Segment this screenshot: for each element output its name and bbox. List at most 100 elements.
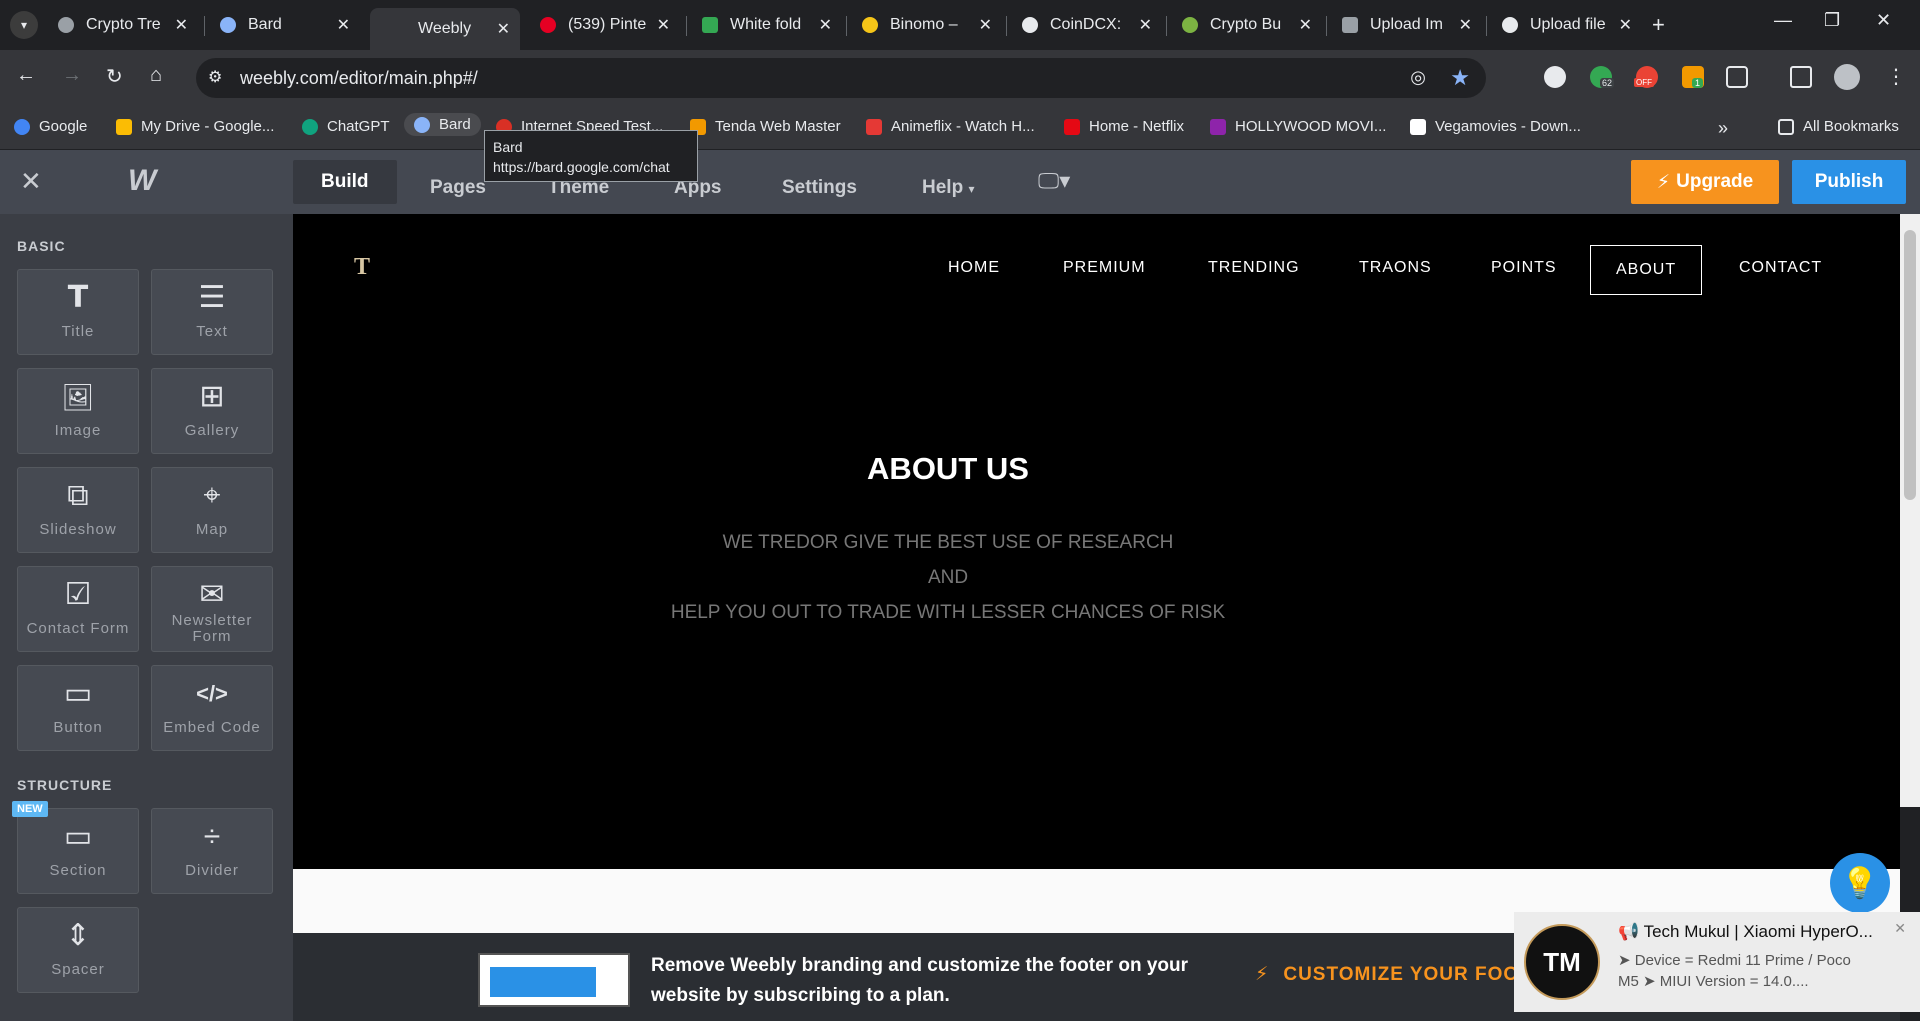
about-heading[interactable]: ABOUT US xyxy=(293,451,1603,487)
eye-slash-icon[interactable]: ◎ xyxy=(1410,67,1426,88)
canvas-scrollbar-thumb[interactable] xyxy=(1904,230,1916,500)
profile-avatar[interactable] xyxy=(1834,64,1860,90)
extension-speedometer-icon[interactable] xyxy=(1544,66,1566,88)
element-image[interactable]: 🖼 Image xyxy=(17,368,139,454)
element-map[interactable]: ⌖ Map xyxy=(151,467,273,553)
element-text[interactable]: ☰ Text xyxy=(151,269,273,355)
bookmark-google[interactable]: Google xyxy=(14,118,87,135)
home-button[interactable]: ⌂ xyxy=(150,64,162,87)
extension-off-icon[interactable]: OFF xyxy=(1634,66,1658,88)
tab-close-icon[interactable]: ✕ xyxy=(1459,15,1472,35)
tab-upload-file[interactable]: Upload file ✕ xyxy=(1492,8,1642,42)
maximize-button[interactable]: ❐ xyxy=(1824,10,1840,31)
extension-badge-62-icon[interactable]: 62 xyxy=(1590,66,1615,88)
tab-close-icon[interactable]: ✕ xyxy=(1299,15,1312,35)
site-logo[interactable]: T xyxy=(354,254,370,281)
element-contact-form[interactable]: ☑ Contact Form xyxy=(17,566,139,652)
browser-menu-icon[interactable]: ⋮ xyxy=(1886,64,1906,89)
about-text-line-3[interactable]: HELP YOU OUT TO TRADE WITH LESSER CHANCE… xyxy=(293,602,1603,624)
window-close-button[interactable]: ✕ xyxy=(1876,10,1891,31)
footer-preview-thumbnail xyxy=(478,953,630,1007)
tab-coindcx[interactable]: CoinDCX: ✕ xyxy=(1012,8,1162,42)
notification-close-icon[interactable]: ✕ xyxy=(1894,920,1906,937)
tab-close-icon[interactable]: ✕ xyxy=(497,19,510,39)
element-embed-code[interactable]: </> Embed Code xyxy=(151,665,273,751)
tab-pinterest[interactable]: (539) Pinte ✕ xyxy=(530,8,680,42)
tab-search-button[interactable]: ▾ xyxy=(10,11,38,39)
bookmark-label: HOLLYWOOD MOVI... xyxy=(1235,118,1387,135)
desktop-notification[interactable]: TM 📢 Tech Mukul | Xiaomi HyperO... ➤ Dev… xyxy=(1514,912,1920,1012)
exit-editor-close-icon[interactable]: ✕ xyxy=(20,166,42,197)
site-nav-points[interactable]: POINTS xyxy=(1491,259,1557,277)
site-nav-home[interactable]: HOME xyxy=(948,259,1000,277)
tab-white-folder[interactable]: White fold ✕ xyxy=(692,8,842,42)
tab-weebly[interactable]: Weebly ✕ xyxy=(370,8,520,50)
desktop-preview-icon[interactable]: 🖵▾ xyxy=(1038,168,1070,194)
bookmark-my-drive[interactable]: My Drive - Google... xyxy=(116,118,274,135)
site-nav-traons[interactable]: TRAONS xyxy=(1359,259,1432,277)
tab-close-icon[interactable]: ✕ xyxy=(337,15,350,35)
tab-close-icon[interactable]: ✕ xyxy=(979,15,992,35)
tab-build[interactable]: Build xyxy=(293,160,397,204)
back-button[interactable]: ← xyxy=(16,64,36,87)
more-bookmarks-chevron-icon[interactable]: » xyxy=(1718,118,1728,139)
element-spacer[interactable]: ⇕ Spacer xyxy=(17,907,139,993)
element-slideshow[interactable]: ⧉ Slideshow xyxy=(17,467,139,553)
tab-close-icon[interactable]: ✕ xyxy=(1139,15,1152,35)
tab-bard[interactable]: Bard ✕ xyxy=(210,8,360,42)
site-nav-contact[interactable]: CONTACT xyxy=(1739,259,1822,277)
tab-help[interactable]: Help ▾ xyxy=(922,166,975,210)
about-text-line-1[interactable]: WE TREDOR GIVE THE BEST USE OF RESEARCH xyxy=(293,532,1603,554)
extension-badge: 1 xyxy=(1692,78,1704,88)
bookmark-tenda[interactable]: Tenda Web Master xyxy=(690,118,841,135)
site-nav-about[interactable]: ABOUT xyxy=(1590,245,1703,295)
tab-close-icon[interactable]: ✕ xyxy=(1619,15,1632,35)
tab-binomo[interactable]: Binomo – ✕ xyxy=(852,8,1002,42)
element-button[interactable]: ▭ Button xyxy=(17,665,139,751)
tab-crypto-trends[interactable]: Crypto Tre ✕ xyxy=(48,8,198,42)
reload-button[interactable]: ↻ xyxy=(106,64,123,89)
site-info-icon[interactable]: ⚙ xyxy=(208,67,222,87)
element-gallery[interactable]: ⊞ Gallery xyxy=(151,368,273,454)
forward-button[interactable]: → xyxy=(62,64,82,87)
tab-upload-image[interactable]: Upload Im ✕ xyxy=(1332,8,1482,42)
element-section[interactable]: ▭ Section xyxy=(17,808,139,894)
tab-settings[interactable]: Settings xyxy=(782,166,857,210)
extension-orange-icon[interactable]: 1 xyxy=(1682,66,1704,88)
element-label: Button xyxy=(53,719,103,736)
tab-close-icon[interactable]: ✕ xyxy=(819,15,832,35)
tab-pages[interactable]: Pages xyxy=(430,166,486,210)
bookmark-vegamovies[interactable]: Vegamovies - Down... xyxy=(1410,118,1581,135)
extensions-puzzle-icon[interactable] xyxy=(1726,66,1748,88)
weebly-logo[interactable]: W xyxy=(128,164,156,198)
upgrade-button[interactable]: ⚡ Upgrade xyxy=(1631,160,1779,204)
tab-title: Crypto Tre xyxy=(86,16,161,33)
all-bookmarks-button[interactable]: All Bookmarks xyxy=(1778,118,1899,135)
bookmark-netflix[interactable]: Home - Netflix xyxy=(1064,118,1184,135)
tooltip-title: Bard xyxy=(493,139,523,155)
bookmark-star-icon[interactable]: ★ xyxy=(1450,65,1470,91)
tab-close-icon[interactable]: ✕ xyxy=(657,15,670,35)
spacer-icon: ⇕ xyxy=(65,919,91,952)
tips-lightbulb-icon[interactable]: 💡 xyxy=(1830,853,1890,913)
side-panel-icon[interactable] xyxy=(1790,66,1812,88)
site-canvas[interactable]: T HOME PREMIUM TRENDING TRAONS POINTS AB… xyxy=(293,214,1900,1021)
omnibox[interactable]: ⚙ weebly.com/editor/main.php#/ ◎ ★ xyxy=(196,58,1486,98)
tab-crypto-bull[interactable]: Crypto Bu ✕ xyxy=(1172,8,1322,42)
element-title[interactable]: T Title xyxy=(17,269,139,355)
url-text[interactable]: weebly.com/editor/main.php#/ xyxy=(240,68,478,89)
new-tab-button[interactable]: + xyxy=(1652,12,1665,38)
site-nav-trending[interactable]: TRENDING xyxy=(1208,259,1300,277)
bookmark-chatgpt[interactable]: ChatGPT xyxy=(302,118,390,135)
minimize-button[interactable]: — xyxy=(1774,10,1792,31)
bookmark-hollywood[interactable]: HOLLYWOOD MOVI... xyxy=(1210,118,1386,135)
bookmark-animeflix[interactable]: Animeflix - Watch H... xyxy=(866,118,1035,135)
publish-button[interactable]: Publish xyxy=(1792,160,1906,204)
tab-close-icon[interactable]: ✕ xyxy=(175,15,188,35)
element-divider[interactable]: ÷ Divider xyxy=(151,808,273,894)
about-text-line-2[interactable]: AND xyxy=(293,567,1603,589)
tab-favicon-icon xyxy=(220,17,236,33)
site-nav-premium[interactable]: PREMIUM xyxy=(1063,259,1146,277)
bookmark-bard[interactable]: Bard xyxy=(404,113,481,136)
element-newsletter-form[interactable]: ✉ Newsletter Form xyxy=(151,566,273,652)
